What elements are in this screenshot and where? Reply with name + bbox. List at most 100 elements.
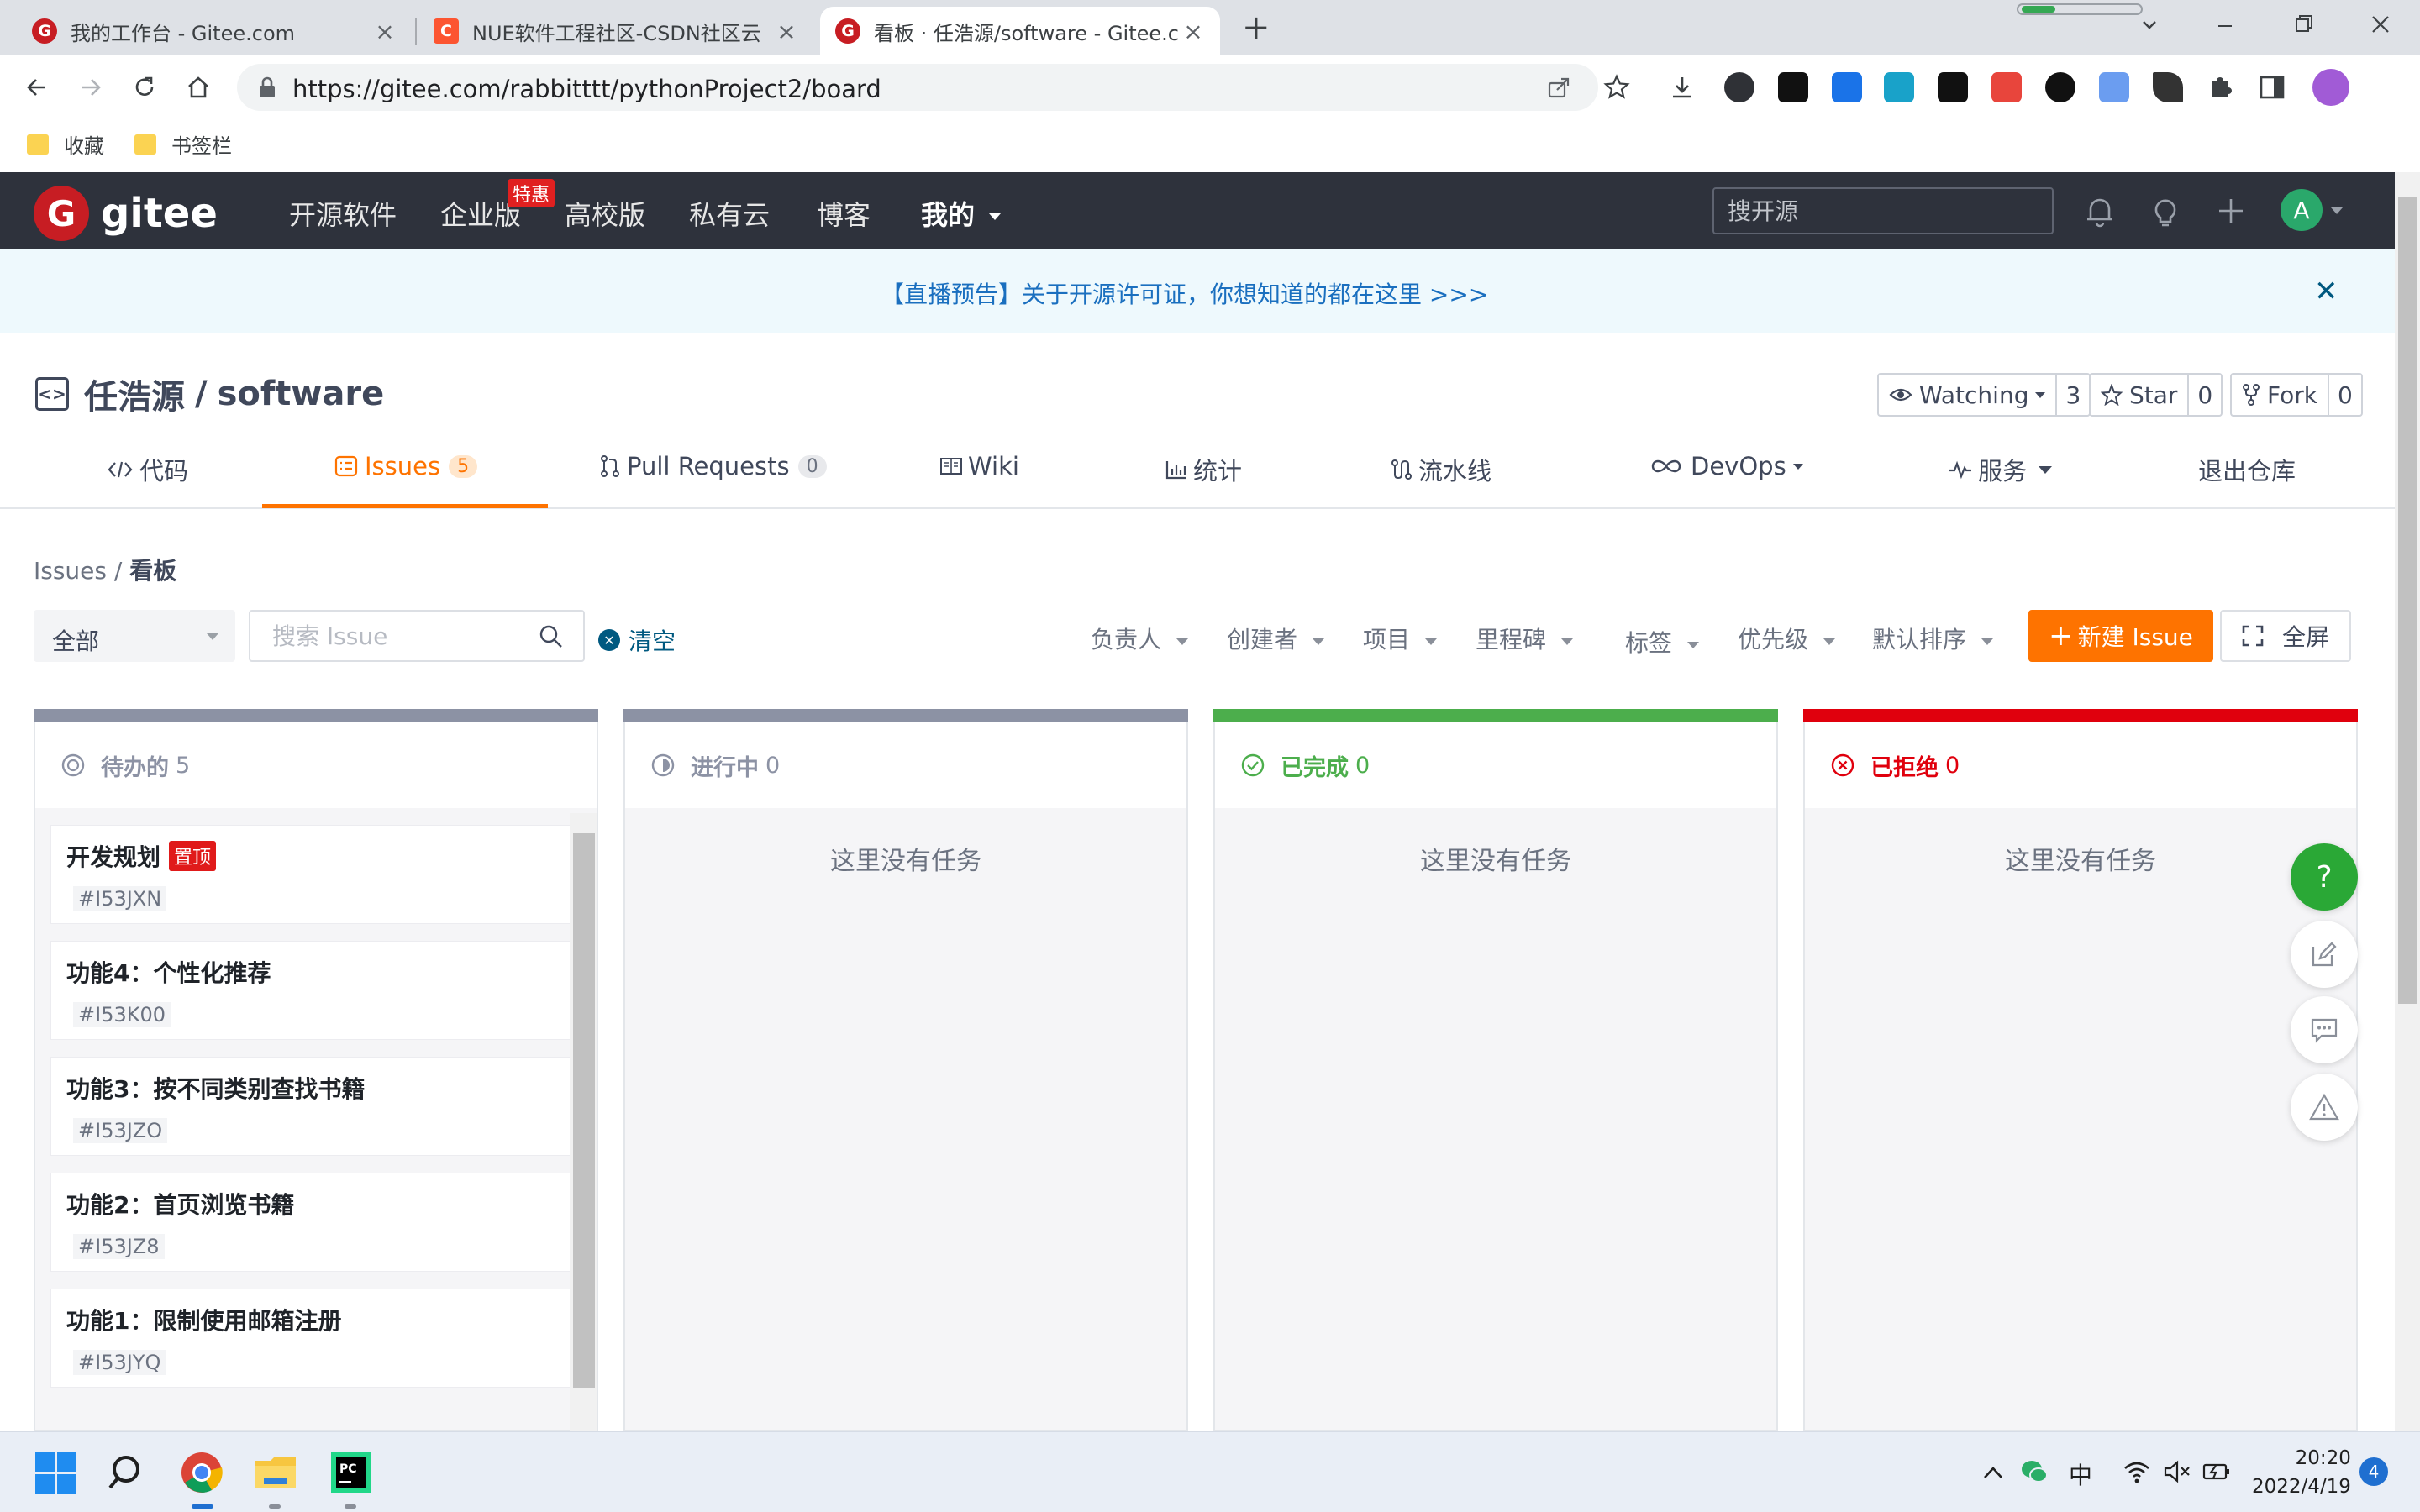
- star-button[interactable]: Star 0: [2089, 373, 2223, 417]
- tab-devops[interactable]: DevOps: [1650, 452, 1803, 480]
- feedback-button[interactable]: [2291, 921, 2358, 988]
- back-button[interactable]: [20, 71, 54, 104]
- repo-name-link[interactable]: software: [218, 375, 385, 413]
- new-issue-button[interactable]: + 新建 Issue: [2028, 610, 2213, 662]
- issue-card[interactable]: 功能1：限制使用邮箱注册 #I53JYQ: [50, 1289, 590, 1388]
- nav-private-cloud[interactable]: 私有云: [689, 194, 770, 233]
- extension-icon[interactable]: [2099, 72, 2129, 102]
- nav-blog[interactable]: 博客: [817, 194, 871, 233]
- extension-icon[interactable]: [2153, 72, 2183, 102]
- ime-indicator[interactable]: 中: [2069, 1457, 2092, 1491]
- tab-stats[interactable]: 统计: [1165, 452, 1242, 487]
- user-avatar[interactable]: A: [2281, 189, 2323, 231]
- windows-start-icon[interactable]: [32, 1449, 79, 1496]
- speaker-muted-icon[interactable]: [2163, 1459, 2191, 1484]
- repo-owner-link[interactable]: 任浩源: [84, 370, 185, 418]
- site-search-input[interactable]: [1712, 187, 2054, 234]
- filter-label-tag[interactable]: 标签: [1625, 625, 1700, 659]
- close-window-icon[interactable]: [2370, 13, 2391, 35]
- plus-icon[interactable]: [2215, 194, 2247, 228]
- chevron-up-icon[interactable]: [1981, 1462, 2005, 1483]
- download-icon[interactable]: [1669, 74, 1696, 101]
- scope-select[interactable]: 全部: [34, 610, 235, 662]
- issue-title[interactable]: 开发规划: [66, 839, 160, 873]
- browser-tab-board[interactable]: G 看板 · 任浩源/software - Gitee.c ×: [820, 7, 1220, 55]
- reload-button[interactable]: [128, 71, 161, 104]
- breadcrumb-issues-link[interactable]: Issues: [34, 557, 107, 585]
- browser-tab-csdn[interactable]: C NUE软件工程社区-CSDN社区云 ×: [418, 7, 813, 55]
- fork-count[interactable]: 0: [2327, 375, 2361, 415]
- chrome-icon[interactable]: [178, 1449, 225, 1496]
- watch-button[interactable]: Watching 3: [1877, 373, 2091, 417]
- notification-badge[interactable]: 4: [2360, 1457, 2388, 1486]
- filter-assignee[interactable]: 负责人: [1091, 622, 1189, 655]
- search-icon[interactable]: [104, 1449, 151, 1496]
- close-tab-icon[interactable]: ×: [775, 18, 798, 45]
- forward-button[interactable]: [74, 71, 108, 104]
- extension-icon[interactable]: [1724, 72, 1754, 102]
- help-button[interactable]: ?: [2291, 843, 2358, 911]
- issue-title[interactable]: 功能3：按不同类别查找书籍: [66, 1071, 365, 1105]
- filter-creator[interactable]: 创建者: [1227, 622, 1325, 655]
- issue-card[interactable]: 开发规划 置顶 #I53JXN: [50, 825, 590, 924]
- nav-open-source[interactable]: 开源软件: [289, 194, 397, 233]
- watch-count[interactable]: 3: [2055, 375, 2089, 415]
- tab-pipeline[interactable]: 流水线: [1390, 452, 1491, 487]
- announcement-link[interactable]: 【直播预告】关于开源许可证，你想知道的都在这里 >>>: [881, 276, 1488, 310]
- tab-wiki[interactable]: Wiki: [939, 452, 1019, 480]
- report-button[interactable]: [2291, 1074, 2358, 1141]
- extension-icon[interactable]: [1778, 72, 1808, 102]
- battery-charging-icon[interactable]: [2202, 1459, 2232, 1484]
- new-tab-button[interactable]: +: [1242, 8, 1270, 47]
- file-explorer-icon[interactable]: [252, 1449, 299, 1496]
- scrollbar-thumb[interactable]: [573, 833, 595, 1388]
- minimize-icon[interactable]: [2215, 15, 2235, 35]
- tab-search-indicator[interactable]: [2017, 3, 2143, 15]
- lightbulb-icon[interactable]: [2149, 194, 2181, 228]
- issue-title[interactable]: 功能4：个性化推荐: [66, 955, 271, 989]
- extension-icon[interactable]: [1991, 72, 2022, 102]
- close-tab-icon[interactable]: ×: [1181, 18, 1205, 45]
- bookmark-folder[interactable]: 书签栏: [134, 129, 232, 159]
- issue-title[interactable]: 功能2：首页浏览书籍: [66, 1187, 294, 1221]
- close-tab-icon[interactable]: ×: [373, 18, 397, 45]
- extension-icon[interactable]: [1884, 72, 1914, 102]
- address-bar[interactable]: https://gitee.com/rabbitttt/pythonProjec…: [237, 64, 1598, 111]
- search-icon[interactable]: [538, 623, 565, 650]
- filter-sort[interactable]: 默认排序: [1872, 622, 1994, 655]
- extension-icon[interactable]: [1938, 72, 1968, 102]
- page-scrollbar[interactable]: [2395, 172, 2420, 1432]
- nav-mine[interactable]: 我的: [921, 194, 1002, 233]
- chevron-down-icon[interactable]: [2139, 15, 2160, 35]
- browser-tab-workbench[interactable]: G 我的工作台 - Gitee.com ×: [17, 7, 412, 55]
- profile-avatar[interactable]: [2312, 69, 2349, 106]
- home-button[interactable]: [182, 71, 215, 104]
- scrollbar-thumb[interactable]: [2398, 197, 2417, 1004]
- issue-card[interactable]: 功能3：按不同类别查找书籍 #I53JZO: [50, 1057, 590, 1156]
- fork-button[interactable]: Fork 0: [2230, 373, 2363, 417]
- restore-icon[interactable]: [2294, 13, 2316, 35]
- column-scrollbar[interactable]: [570, 813, 597, 1431]
- puzzle-icon[interactable]: [2205, 72, 2235, 102]
- extension-icon[interactable]: [2045, 72, 2075, 102]
- gitee-logo[interactable]: G gitee: [34, 186, 218, 241]
- star-count[interactable]: 0: [2187, 375, 2221, 415]
- issue-search-input[interactable]: [249, 610, 585, 662]
- tab-pull-requests[interactable]: Pull Requests 0: [600, 452, 827, 480]
- issue-card[interactable]: 功能4：个性化推荐 #I53K00: [50, 941, 590, 1040]
- caret-down-icon[interactable]: [2331, 207, 2343, 214]
- close-icon[interactable]: ✕: [2314, 275, 2338, 308]
- wechat-icon[interactable]: [2020, 1457, 2049, 1486]
- tab-services[interactable]: 服务: [1948, 452, 2053, 487]
- bell-icon[interactable]: [2084, 194, 2116, 228]
- system-clock[interactable]: 20:20 2022/4/19: [2252, 1444, 2351, 1501]
- clear-filter-button[interactable]: ✕ 清空: [598, 623, 676, 657]
- side-panel-icon[interactable]: [2259, 74, 2286, 101]
- issue-card[interactable]: 功能2：首页浏览书籍 #I53JZ8: [50, 1173, 590, 1272]
- nav-education[interactable]: 高校版: [565, 194, 645, 233]
- filter-project[interactable]: 项目: [1363, 622, 1438, 655]
- issue-title[interactable]: 功能1：限制使用邮箱注册: [66, 1303, 341, 1336]
- filter-milestone[interactable]: 里程碑: [1476, 622, 1574, 655]
- star-bookmark-icon[interactable]: [1603, 74, 1630, 101]
- tab-issues[interactable]: Issues 5: [334, 452, 478, 480]
